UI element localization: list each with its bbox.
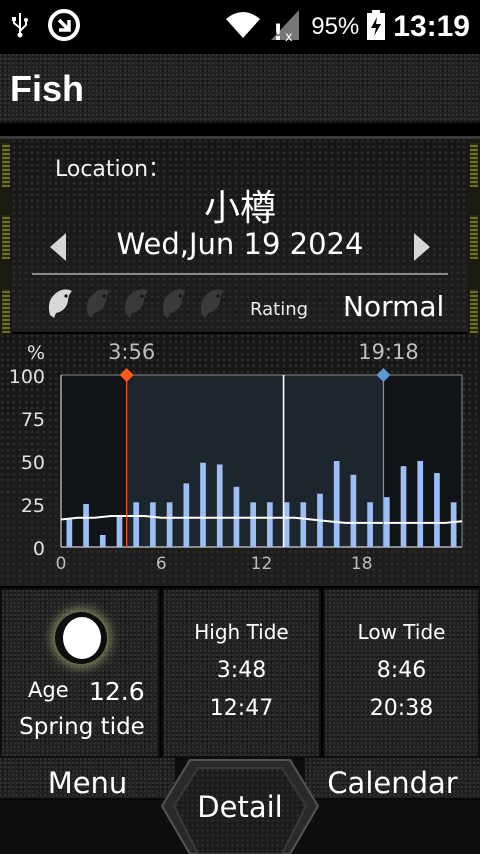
bar (150, 502, 156, 547)
menu-button-label: Menu (47, 766, 128, 800)
high-tide-panel: High Tide 3:48 12:47 (162, 588, 321, 758)
battery-charging-icon (367, 10, 386, 44)
x-tick-label: 18 (351, 554, 373, 574)
bar (434, 473, 440, 547)
fish-rating (44, 285, 228, 323)
bar (300, 502, 307, 547)
fish-rating-icon (120, 285, 152, 323)
fish-rating-icon (196, 285, 228, 323)
high-tide-time: 12:47 (209, 696, 274, 721)
fish-rating-icon (82, 285, 114, 323)
bar (183, 483, 190, 547)
bar (417, 461, 424, 547)
high-tide-title: High Tide (194, 620, 289, 644)
date-row: Wed,Jun 19 2024 (40, 227, 440, 267)
divider (32, 273, 448, 275)
bar (267, 502, 273, 547)
bottom-nav: Menu Calendar Detail (0, 758, 480, 854)
menu-button[interactable]: Menu (0, 758, 175, 854)
calendar-button-label: Calendar (327, 766, 458, 800)
data-saver-icon (46, 7, 82, 47)
bar (250, 502, 256, 547)
bar (200, 462, 206, 547)
y-axis-label: % (27, 342, 45, 364)
fish-rating-icon (44, 285, 76, 323)
signal-no-sim-icon: ! x (269, 8, 303, 46)
battery-percent: 95% (311, 13, 360, 40)
bar (283, 502, 290, 547)
y-tick-label: 100 (9, 366, 45, 388)
bar (367, 502, 373, 547)
location-name[interactable]: 小樽 (0, 179, 480, 231)
right-rail (468, 139, 480, 335)
x-tick-label: 6 (156, 554, 167, 574)
chart-svg: 0 25 50 75 100% 0 6 12 18 3:56 19:18 (9, 340, 463, 574)
rating-label: Rating (250, 299, 309, 320)
bar (116, 516, 123, 547)
fish-rating-icon (158, 285, 190, 323)
moon-panel: Age 12.6 Spring tide (0, 588, 160, 758)
y-tick-label: 75 (21, 409, 45, 431)
y-tick-label: 25 (21, 495, 45, 517)
bar (333, 461, 340, 547)
status-bar: ! x 95% 13:19 (0, 0, 480, 54)
info-panel: Location： 小樽 Wed,Jun 19 2024 Rating Norm… (0, 136, 480, 335)
detail-button[interactable]: Detail (160, 758, 320, 854)
svg-text:x: x (285, 30, 293, 42)
rating-value: Normal (343, 290, 445, 323)
bar (350, 474, 357, 547)
page-title: Fish (10, 68, 85, 109)
low-tide-time: 8:46 (376, 658, 427, 683)
low-tide-panel: Low Tide 8:46 20:38 (323, 588, 480, 758)
bar (400, 466, 407, 547)
wifi-icon (225, 11, 261, 43)
y-tick-label: 50 (21, 452, 45, 474)
title-bar: Fish (0, 54, 480, 124)
bar (450, 502, 457, 547)
bar (166, 502, 173, 547)
fishing-activity-chart: 0 25 50 75 100% 0 6 12 18 3:56 19:18 (0, 334, 480, 586)
bar (83, 504, 89, 547)
calendar-button[interactable]: Calendar (305, 758, 480, 854)
bar (133, 502, 140, 547)
x-tick-label: 12 (251, 554, 273, 574)
bar (216, 464, 223, 547)
x-tick-label: 0 (56, 554, 67, 574)
moon-phase-icon (55, 612, 107, 664)
moon-age-value: 12.6 (89, 677, 145, 706)
clock: 13:19 (393, 10, 470, 43)
detail-button-label: Detail (197, 790, 283, 824)
low-tide-title: Low Tide (357, 620, 446, 644)
usb-icon (10, 12, 30, 42)
next-day-arrow-icon[interactable] (410, 231, 434, 263)
bar (66, 519, 73, 547)
date-text: Wed,Jun 19 2024 (116, 227, 364, 261)
left-rail (0, 139, 12, 335)
high-tide-time: 3:48 (216, 658, 267, 683)
bar (99, 534, 106, 547)
svg-text:!: ! (273, 21, 283, 42)
moon-age-label: Age (28, 678, 69, 702)
tide-type: Spring tide (19, 714, 145, 740)
y-tick-label: 0 (33, 538, 45, 560)
sunset-label: 19:18 (358, 340, 419, 364)
low-tide-time: 20:38 (369, 696, 434, 721)
sunrise-label: 3:56 (108, 340, 155, 364)
